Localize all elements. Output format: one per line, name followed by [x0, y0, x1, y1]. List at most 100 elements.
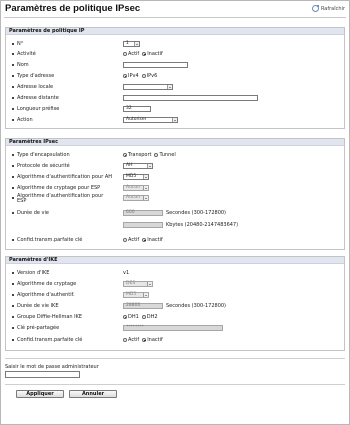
row-address-type: Type d'adresse IPv4 IPv6: [6, 72, 344, 80]
bullet-icon: [12, 64, 14, 66]
transport-radio[interactable]: Transport: [123, 152, 151, 158]
tunnel-label: Tunnel: [159, 152, 176, 158]
esp-auth-value: Aucun: [126, 195, 141, 200]
ike-pfs-active-label: Actif: [128, 337, 140, 343]
chevron-down-icon: [143, 175, 148, 179]
dh1-radio[interactable]: DH1: [123, 314, 139, 320]
remote-address-input[interactable]: [123, 95, 258, 101]
ike-auth-select[interactable]: MD5: [123, 292, 149, 298]
bullet-icon: [12, 154, 14, 156]
esp-crypto-value: Aucun: [126, 185, 141, 190]
row-prefix-length: Longueur préfixe 32: [6, 105, 344, 113]
admin-password-input[interactable]: [5, 371, 80, 378]
refresh-icon: [311, 5, 319, 12]
lifetime-seconds-input[interactable]: 600: [123, 210, 163, 216]
number-label: N°: [17, 41, 24, 47]
ip-policy-heading: Paramètres de politique IP: [6, 28, 344, 35]
row-activity: Activité Actif Inactif: [6, 50, 344, 58]
local-address-select[interactable]: [123, 84, 173, 90]
bullet-icon: [12, 176, 14, 178]
activity-label: Activité: [17, 51, 36, 57]
chevron-down-icon: [143, 186, 148, 190]
ike-auth-label: Algorithme d'authentif.: [17, 292, 75, 298]
bullet-icon: [12, 339, 14, 341]
esp-auth-select[interactable]: Aucun: [123, 195, 149, 201]
title-divider: [4, 17, 346, 18]
activity-inactive-radio[interactable]: Inactif: [142, 51, 163, 57]
security-protocol-select[interactable]: AH: [123, 163, 153, 169]
row-ike-lifetime: Durée de vie IKE 28800 Secondes (300-172…: [6, 302, 344, 310]
psk-label: Clé pré-partagée: [17, 325, 60, 331]
row-ipsec-pfs: Confid.transm.parfaite clé Actif Inactif: [6, 236, 344, 244]
prefix-length-label: Longueur préfixe: [17, 106, 60, 112]
ipsec-pfs-active-label: Actif: [128, 237, 140, 243]
ike-crypto-select[interactable]: DES: [123, 281, 153, 287]
ike-pfs-inactive-label: Inactif: [147, 337, 163, 343]
esp-auth-label: Algorithme d'authentification pour ESP: [17, 193, 104, 204]
security-protocol-value: AH: [126, 163, 133, 168]
ipsec-section: Paramètres IPsec Type d'encapsulation Tr…: [5, 138, 345, 250]
ipsec-pfs-inactive-radio[interactable]: Inactif: [142, 237, 163, 243]
row-lifetime-seconds: Durée de vie 600 Secondes (300-172800): [6, 209, 344, 217]
chevron-down-icon: [167, 85, 172, 89]
ike-lifetime-input[interactable]: 28800: [123, 303, 163, 309]
psk-input[interactable]: ********: [123, 325, 223, 331]
lifetime-seconds-unit: Secondes (300-172800): [166, 210, 227, 216]
lifetime-kbytes-input[interactable]: [123, 222, 163, 228]
row-local-address: Adresse locale: [6, 83, 344, 91]
bullet-icon: [12, 108, 14, 110]
bullet-icon: [12, 305, 14, 307]
cancel-button[interactable]: Annuler: [69, 390, 117, 398]
ip-policy-section: Paramètres de politique IP N° 1 Activité…: [5, 27, 345, 129]
esp-crypto-select[interactable]: Aucun: [123, 185, 149, 191]
refresh-button[interactable]: Rafraîchir: [311, 5, 345, 12]
row-psk: Clé pré-partagée ********: [6, 324, 344, 332]
dh-group-label: Groupe Diffie-Hellman IKE: [17, 314, 83, 320]
dh2-radio[interactable]: DH2: [141, 314, 158, 320]
address-type-label: Type d'adresse: [17, 73, 55, 79]
bullet-icon: [12, 197, 14, 199]
ipv4-label: IPv4: [128, 73, 139, 79]
ah-auth-select[interactable]: MD5: [123, 174, 149, 180]
security-protocol-label: Protocole de sécurité: [17, 163, 70, 169]
bullet-icon: [12, 86, 14, 88]
ike-lifetime-label: Durée de vie IKE: [17, 303, 59, 309]
ipsec-pfs-inactive-label: Inactif: [147, 237, 163, 243]
bullet-icon: [12, 283, 14, 285]
number-value: 1: [126, 41, 129, 46]
ipsec-pfs-active-radio[interactable]: Actif: [123, 237, 139, 243]
ike-pfs-inactive-radio[interactable]: Inactif: [142, 337, 163, 343]
divider: [5, 358, 345, 359]
action-select[interactable]: Autoriser: [123, 117, 178, 123]
ike-crypto-label: Algorithme de cryptage: [17, 281, 77, 287]
chevron-down-icon: [147, 282, 152, 286]
row-ike-auth: Algorithme d'authentif. MD5: [6, 291, 344, 299]
name-input[interactable]: [123, 62, 188, 68]
ipv6-radio[interactable]: IPv6: [141, 73, 157, 79]
bullet-icon: [12, 43, 14, 45]
bullet-icon: [12, 316, 14, 318]
tunnel-radio[interactable]: Tunnel: [154, 152, 176, 158]
bullet-icon: [12, 53, 14, 55]
prefix-length-input[interactable]: 32: [123, 106, 151, 112]
chevron-down-icon: [172, 118, 177, 122]
row-ike-pfs: Confid.transm.parfaite clé Actif Inactif: [6, 336, 344, 344]
ipsec-pfs-label: Confid.transm.parfaite clé: [17, 237, 83, 243]
chevron-down-icon: [134, 42, 139, 46]
ipsec-heading: Paramètres IPsec: [6, 139, 344, 146]
encapsulation-label: Type d'encapsulation: [17, 152, 70, 158]
row-ike-crypto: Algorithme de cryptage DES: [6, 280, 344, 288]
ah-auth-value: MD5: [126, 174, 137, 179]
bullet-icon: [12, 165, 14, 167]
row-ike-version: Version d'IKE v1: [6, 269, 344, 277]
ipv4-radio[interactable]: IPv4: [123, 73, 139, 79]
chevron-down-icon: [143, 196, 148, 200]
row-dh-group: Groupe Diffie-Hellman IKE DH1 DH2: [6, 313, 344, 321]
activity-active-radio[interactable]: Actif: [123, 51, 139, 57]
action-value: Autoriser: [126, 117, 147, 122]
apply-button[interactable]: Appliquer: [16, 390, 64, 398]
ike-section: Paramètres d'IKE Version d'IKE v1 Algori…: [5, 256, 345, 351]
number-select[interactable]: 1: [123, 41, 140, 47]
lifetime-kbytes-unit: Kbytes (20480-2147483647): [166, 222, 239, 228]
ike-pfs-active-radio[interactable]: Actif: [123, 337, 139, 343]
